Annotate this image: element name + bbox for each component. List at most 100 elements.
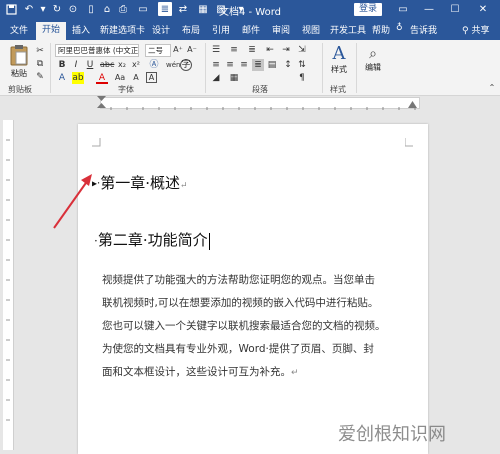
bold-button[interactable]: B [56,59,68,71]
align-left-icon[interactable]: ≡ [210,59,222,71]
multilevel-list-icon[interactable]: ≣ [246,44,258,56]
tab-mailings[interactable]: 邮件 [242,23,260,36]
numbering-icon[interactable]: ≡ [228,44,240,56]
tab-references[interactable]: 引用 [212,23,230,36]
tab-layout[interactable]: 布局 [182,23,200,36]
underline-button[interactable]: U [84,59,96,71]
tab-insert[interactable]: 插入 [72,23,90,36]
magnifier-icon: ⌕ [369,46,377,62]
bullets-icon[interactable]: ☰ [210,44,222,56]
text-cursor [208,232,210,250]
minimize-button[interactable]: — [420,2,438,18]
increase-indent-icon[interactable]: ⇥ [280,44,292,56]
body-line: 为使您的文档具有专业外观，Word·提供了页眉、页脚、封 [102,343,374,355]
tab-file[interactable]: 文件 [10,23,28,36]
styles-icon: A [332,43,346,64]
strikethrough-button[interactable]: abc [100,59,114,71]
clear-format-icon[interactable]: Ⓐ [148,59,160,71]
tab-developer[interactable]: 开发工具 [330,23,366,36]
group-label-styles: 样式 [330,85,346,94]
maximize-button[interactable]: ☐ [446,2,464,18]
distributed-icon[interactable]: ▤ [266,59,278,71]
heading-1-text: 第一章·概述 [100,174,180,192]
chinese-layout-icon[interactable]: ⇲ [296,44,308,56]
shading-icon[interactable]: ◢ [210,72,222,84]
tab-view[interactable]: 视图 [302,23,320,36]
group-divider [322,43,323,93]
paragraph-mark: ↵ [179,181,188,191]
login-button[interactable]: 登录 [354,3,382,16]
body-line-text: 面和文本框设计，这些设计可互为补充。 [102,366,291,378]
indent-marker-icon[interactable] [97,96,106,108]
edit-button[interactable]: ⌕ 编辑 [362,46,384,73]
font-color-icon[interactable]: A [96,72,108,84]
ruler-ticks [110,107,416,110]
horizontal-ruler[interactable] [0,96,500,110]
highlight-icon[interactable]: ab [72,72,84,84]
right-indent-marker-icon[interactable] [408,101,417,108]
body-line: 联机视频时,可以在想要添加的视频的嵌入代码中进行粘贴。 [102,297,379,309]
vruler-ticks [6,139,10,421]
enclose-char-icon[interactable]: 字 [180,59,192,71]
cut-icon[interactable]: ✂ [34,45,46,57]
heading-1[interactable]: ▸·第一章·概述↵ [92,172,188,193]
person-icon: ⚲ [462,26,469,36]
align-right-icon[interactable]: ≡ [238,59,250,71]
share-label: 共享 [471,26,490,36]
group-divider [205,43,206,93]
collapse-ribbon-icon[interactable]: ⌃ [486,82,498,94]
tab-new[interactable]: 新建选项卡 [100,23,145,36]
char-shading-icon[interactable]: A [130,72,142,84]
styles-label: 样式 [331,65,347,74]
subscript-button[interactable]: x₂ [116,59,128,71]
margin-corner-mark [92,138,101,147]
grow-font-icon[interactable]: A⁺ [172,44,184,56]
group-label-clipboard: 剪贴板 [8,85,32,94]
line-spacing-icon[interactable]: ↕ [282,59,294,71]
font-size-select[interactable]: 二号 [145,44,171,57]
clipboard-icon [10,45,28,66]
phonetic-guide-icon[interactable]: wén [166,59,180,71]
format-painter-icon[interactable]: ✎ [34,71,46,83]
ribbon-home: 粘贴 ✂ ⧉ ✎ 剪贴板 阿里巴巴普惠体 (中文正 二号 A⁺ A⁻ B I U… [0,40,500,96]
justify-icon[interactable]: ≣ [252,59,264,71]
share-button[interactable]: ⚲ 共享 [462,23,489,36]
body-line: 面和文本框设计，这些设计可互为补充。↵ [102,364,299,379]
group-label-font: 字体 [118,85,134,94]
lightbulb-icon: ♁ [396,23,403,33]
group-label-paragraph: 段落 [252,85,268,94]
tab-help[interactable]: 帮助 [372,23,390,36]
vertical-ruler[interactable] [3,120,14,450]
change-case-icon[interactable]: Aa [114,72,126,84]
ribbon-display-icon[interactable]: ▭ [394,2,412,18]
styles-button[interactable]: A 样式 [328,44,350,75]
tab-review[interactable]: 审阅 [272,23,290,36]
decrease-indent-icon[interactable]: ⇤ [264,44,276,56]
heading-2[interactable]: ·第二章·功能简介 [94,229,210,250]
ribbon-tabs: 文件 开始 插入 新建选项卡 设计 布局 引用 邮件 审阅 视图 开发工具 帮助… [0,20,500,40]
body-line: 您也可以键入一个关键字以联机搜索最适合您的文档的视频。 [102,320,386,332]
edit-label: 编辑 [365,63,381,72]
heading-2-text: 第二章·功能简介 [97,231,208,249]
ruler-track [100,97,420,110]
body-line: 视频提供了功能强大的方法帮助您证明您的观点。当您单击 [102,274,375,286]
paste-button[interactable]: 粘贴 [6,44,32,80]
superscript-button[interactable]: x² [130,59,142,71]
font-name-select[interactable]: 阿里巴巴普惠体 (中文正 [55,44,139,57]
text-effects-icon[interactable]: A [56,72,68,84]
italic-button[interactable]: I [70,59,82,71]
align-center-icon[interactable]: ≡ [224,59,236,71]
sort-icon[interactable]: ⇅ [296,59,308,71]
group-divider [50,43,51,93]
tell-me-search[interactable]: 告诉我 [410,23,437,36]
close-button[interactable]: ✕ [474,2,492,18]
document-page[interactable]: ▸·第一章·概述↵ ·第二章·功能简介 视频提供了功能强大的方法帮助您证明您的观… [78,124,428,454]
show-marks-icon[interactable]: ¶ [296,72,308,84]
tab-design[interactable]: 设计 [152,23,170,36]
shrink-font-icon[interactable]: A⁻ [186,44,198,56]
char-border-icon[interactable]: A [146,72,157,83]
borders-icon[interactable]: ▦ [228,72,240,84]
copy-icon[interactable]: ⧉ [34,58,46,70]
watermark: 爱创根知识网 [338,424,446,445]
tab-home[interactable]: 开始 [36,22,67,40]
